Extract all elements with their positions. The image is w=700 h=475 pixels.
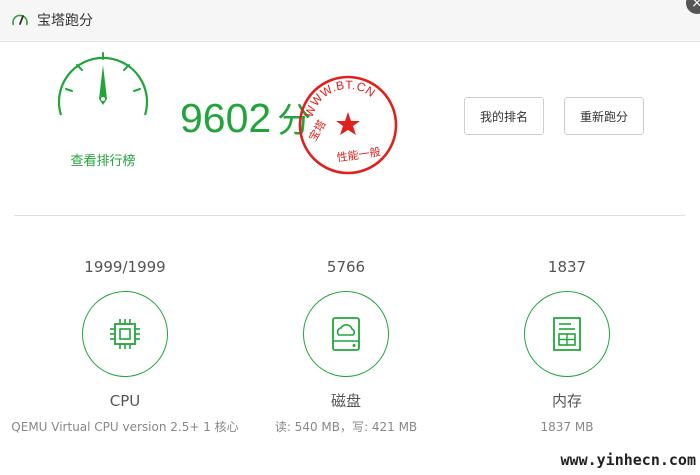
rerun-benchmark-button[interactable]: 重新跑分 xyxy=(564,97,644,135)
svg-text:WWW.BT.CN: WWW.BT.CN xyxy=(302,78,378,119)
disk-cloud-icon xyxy=(332,317,360,351)
metric-value: 1999/1999 xyxy=(84,258,166,276)
score-number: 9602 xyxy=(180,95,272,141)
metric-detail: 1837 MB xyxy=(540,420,594,434)
close-button[interactable]: × xyxy=(686,0,700,14)
my-rank-button[interactable]: 我的排名 xyxy=(464,97,544,135)
metric-disk: 5766 磁盘 读: 540 MB，写: 421 MB xyxy=(231,257,461,435)
stamp-star-icon xyxy=(336,112,360,135)
gauge-icon xyxy=(57,52,149,116)
metric-detail: 读: 540 MB，写: 421 MB xyxy=(274,420,418,434)
metric-name: 磁盘 xyxy=(330,392,361,410)
cpu-circle xyxy=(82,291,168,377)
title-bar: 宝塔跑分 × xyxy=(0,0,700,42)
ranking-link[interactable]: 查看排行榜 xyxy=(58,150,148,169)
divider xyxy=(14,215,685,216)
stamp-left-text: 宝塔 xyxy=(305,117,328,143)
metric-name: CPU xyxy=(109,392,141,410)
speedometer-icon xyxy=(12,14,28,26)
memory-document-icon xyxy=(553,317,581,351)
site-watermark: www.yinhecn.com xyxy=(560,451,696,469)
memory-circle xyxy=(524,291,610,377)
cpu-chip-icon xyxy=(110,319,140,349)
stamp-bottom-text: 性能一般 xyxy=(336,144,382,164)
metric-value: 5766 xyxy=(326,258,366,276)
seal-stamp: WWW.BT.CN 宝塔 性能一般 xyxy=(298,75,398,175)
metric-cpu: 1999/1999 CPU QEMU Virtual CPU version 2… xyxy=(10,257,240,435)
metric-name: 内存 xyxy=(551,392,582,410)
score-value: 9602 分 xyxy=(180,94,311,145)
metric-value: 1837 xyxy=(547,258,587,276)
window-title: 宝塔跑分 xyxy=(37,13,93,29)
metric-memory: 1837 内存 1837 MB xyxy=(452,257,682,435)
disk-circle xyxy=(303,291,389,377)
metric-detail: QEMU Virtual CPU version 2.5+ 1 核心 xyxy=(11,420,239,434)
stamp-url-text: WWW.BT.CN xyxy=(302,78,378,119)
